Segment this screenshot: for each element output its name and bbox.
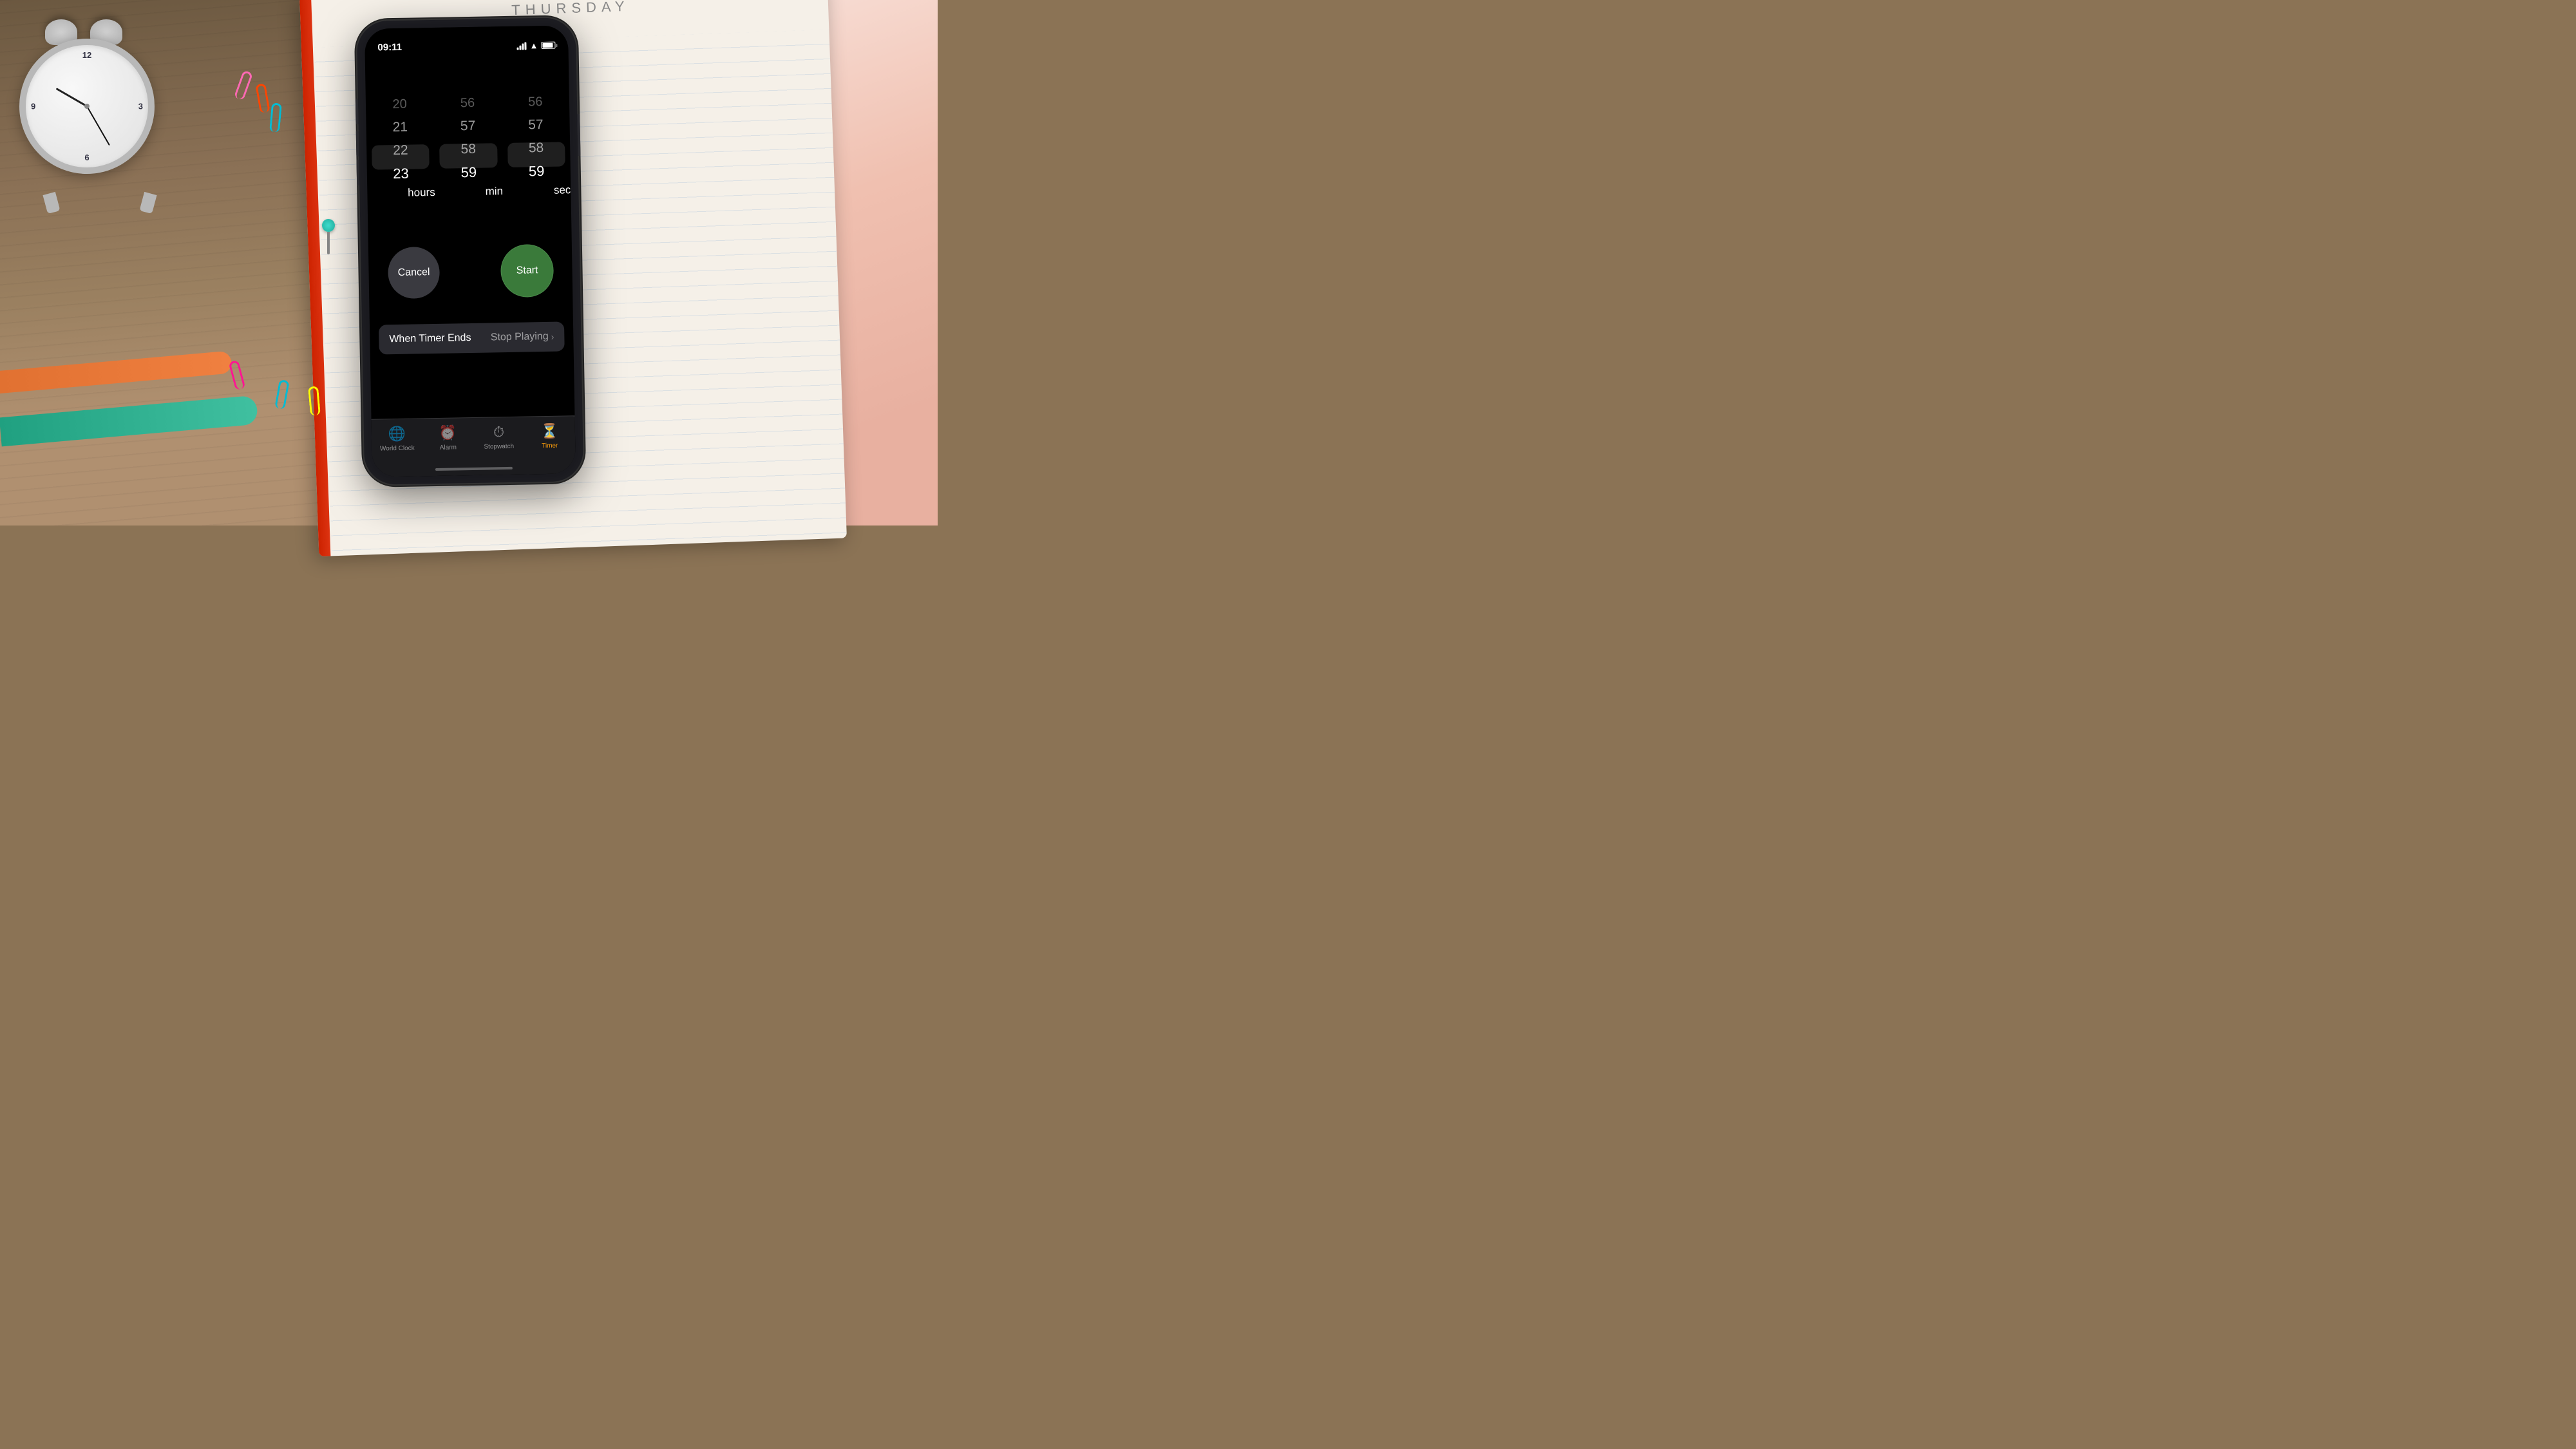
- hours-item-20: 20: [366, 92, 434, 117]
- phone-wrapper: 09:11 ▲: [357, 17, 584, 485]
- phone-body: 09:11 ▲: [357, 17, 584, 485]
- timer-picker[interactable]: 20 21 22 23 hours 56 57 58 59 min: [366, 83, 572, 228]
- when-timer-ends-row[interactable]: When Timer Ends Stop Playing ›: [379, 321, 565, 354]
- when-timer-ends-label: When Timer Ends: [389, 332, 471, 345]
- tab-world-clock[interactable]: 🌐 World Clock: [372, 425, 423, 452]
- minutes-picker-column[interactable]: 56 57 58 59 min: [433, 91, 504, 221]
- stopwatch-label: Stopwatch: [484, 443, 514, 451]
- clock-area: 12 3 6 9: [6, 19, 206, 219]
- world-clock-label: World Clock: [380, 445, 415, 453]
- status-icons: ▲: [516, 41, 555, 51]
- wifi-icon: ▲: [529, 41, 538, 50]
- world-clock-icon: 🌐: [388, 426, 406, 442]
- hours-picker-column[interactable]: 20 21 22 23 hours: [366, 92, 436, 222]
- pushpin: [322, 219, 335, 254]
- home-indicator: [435, 467, 513, 471]
- tab-timer[interactable]: ⏳ Timer: [524, 422, 576, 450]
- seconds-item-56: 56: [501, 90, 569, 114]
- seconds-label: sec: [551, 184, 571, 197]
- minutes-item-58: 58: [434, 137, 502, 162]
- timer-ends-value: Stop Playing: [491, 331, 549, 344]
- buttons-row: Cancel Start: [368, 244, 573, 299]
- tab-stopwatch[interactable]: ⏱ Stopwatch: [473, 424, 525, 451]
- notch: [421, 26, 511, 46]
- tab-alarm[interactable]: ⏰ Alarm: [422, 424, 474, 451]
- seconds-item-58: 58: [502, 136, 571, 160]
- timer-icon: ⏳: [540, 423, 558, 440]
- minutes-item-57: 57: [434, 114, 502, 138]
- status-time: 09:11: [377, 42, 402, 53]
- signal-bars: [516, 42, 526, 50]
- tab-bar: 🌐 World Clock ⏰ Alarm ⏱ Stopwatch ⏳ Time…: [372, 415, 576, 477]
- alarm-icon: ⏰: [439, 424, 457, 441]
- chevron-right-icon: ›: [551, 332, 554, 342]
- seconds-picker-column[interactable]: 56 57 58 59 sec: [501, 90, 571, 220]
- seconds-item-selected: 59: [502, 159, 571, 184]
- timer-ends-value-group: Stop Playing ›: [491, 331, 554, 344]
- phone-screen: 09:11 ▲: [365, 25, 576, 477]
- timer-label: Timer: [542, 442, 558, 450]
- cancel-label: Cancel: [398, 267, 430, 279]
- alarm-label: Alarm: [440, 444, 457, 451]
- start-label: Start: [516, 265, 538, 277]
- clock-face: 12 3 6 9: [19, 39, 155, 174]
- hours-label: hours: [405, 186, 435, 200]
- hours-item-21: 21: [366, 115, 434, 140]
- battery-icon: [541, 42, 555, 49]
- hours-item-22: 22: [366, 138, 435, 163]
- cancel-button[interactable]: Cancel: [388, 247, 440, 299]
- minutes-item-selected: 59: [435, 160, 503, 185]
- stopwatch-icon: ⏱: [493, 424, 505, 440]
- minutes-item-56: 56: [433, 91, 502, 115]
- minutes-label: min: [482, 185, 503, 198]
- start-button[interactable]: Start: [501, 245, 553, 297]
- hours-item-selected: 23: [367, 162, 435, 186]
- seconds-item-57: 57: [502, 113, 570, 137]
